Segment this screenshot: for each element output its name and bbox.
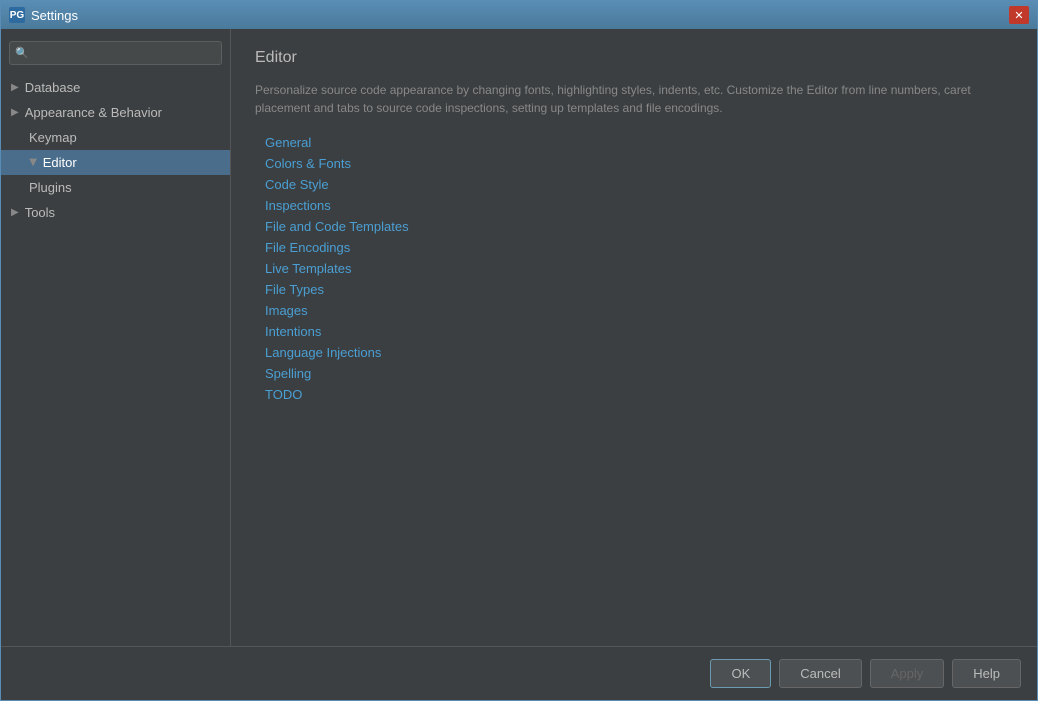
link-intentions[interactable]: Intentions bbox=[265, 324, 1013, 339]
sidebar-label-database: Database bbox=[25, 80, 81, 95]
sidebar-item-tools[interactable]: ▶ Tools bbox=[1, 200, 230, 225]
editor-links: General Colors & Fonts Code Style Inspectio… bbox=[255, 135, 1013, 402]
link-file-types[interactable]: File Types bbox=[265, 282, 1013, 297]
close-button[interactable]: ✕ bbox=[1009, 6, 1029, 24]
link-inspections[interactable]: Inspections bbox=[265, 198, 1013, 213]
sidebar-item-plugins[interactable]: Plugins bbox=[1, 175, 230, 200]
link-images[interactable]: Images bbox=[265, 303, 1013, 318]
cancel-button[interactable]: Cancel bbox=[779, 659, 861, 688]
sidebar: 🔍 ▶ Database ▶ Appearance & Behavior Key… bbox=[1, 29, 231, 646]
link-colors-fonts[interactable]: Colors & Fonts bbox=[265, 156, 1013, 171]
app-icon: PG bbox=[9, 7, 25, 23]
sidebar-label-editor: Editor bbox=[43, 155, 77, 170]
search-input[interactable] bbox=[9, 41, 222, 65]
link-spelling[interactable]: Spelling bbox=[265, 366, 1013, 381]
help-button[interactable]: Help bbox=[952, 659, 1021, 688]
expand-arrow-appearance: ▶ bbox=[11, 107, 19, 118]
link-general[interactable]: General bbox=[265, 135, 1013, 150]
page-description: Personalize source code appearance by ch… bbox=[255, 81, 975, 117]
sidebar-item-appearance[interactable]: ▶ Appearance & Behavior bbox=[1, 100, 230, 125]
expand-arrow-tools: ▶ bbox=[11, 207, 19, 218]
link-live-templates[interactable]: Live Templates bbox=[265, 261, 1013, 276]
sidebar-item-keymap[interactable]: Keymap bbox=[1, 125, 230, 150]
sidebar-item-database[interactable]: ▶ Database bbox=[1, 75, 230, 100]
title-bar: PG Settings ✕ bbox=[1, 1, 1037, 29]
sidebar-label-keymap: Keymap bbox=[29, 130, 77, 145]
expand-arrow-database: ▶ bbox=[11, 82, 19, 93]
window-title: Settings bbox=[31, 8, 78, 23]
main-content: Editor Personalize source code appearanc… bbox=[231, 29, 1037, 646]
link-file-encodings[interactable]: File Encodings bbox=[265, 240, 1013, 255]
sidebar-label-tools: Tools bbox=[25, 205, 55, 220]
page-title: Editor bbox=[255, 49, 1013, 67]
sidebar-label-plugins: Plugins bbox=[29, 180, 72, 195]
ok-button[interactable]: OK bbox=[710, 659, 771, 688]
link-language-injections[interactable]: Language Injections bbox=[265, 345, 1013, 360]
settings-window: PG Settings ✕ 🔍 ▶ Database ▶ Appearance … bbox=[0, 0, 1038, 701]
apply-button[interactable]: Apply bbox=[870, 659, 945, 688]
sidebar-item-editor[interactable]: ▶ Editor bbox=[1, 150, 230, 175]
content-area: 🔍 ▶ Database ▶ Appearance & Behavior Key… bbox=[1, 29, 1037, 646]
sidebar-label-appearance: Appearance & Behavior bbox=[25, 105, 162, 120]
link-code-style[interactable]: Code Style bbox=[265, 177, 1013, 192]
search-box[interactable]: 🔍 bbox=[9, 41, 222, 65]
link-file-code-templates[interactable]: File and Code Templates bbox=[265, 219, 1013, 234]
link-todo[interactable]: TODO bbox=[265, 387, 1013, 402]
footer: OK Cancel Apply Help bbox=[1, 646, 1037, 700]
search-icon: 🔍 bbox=[15, 47, 29, 60]
title-bar-left: PG Settings bbox=[9, 7, 78, 23]
expand-arrow-editor: ▶ bbox=[27, 159, 38, 167]
